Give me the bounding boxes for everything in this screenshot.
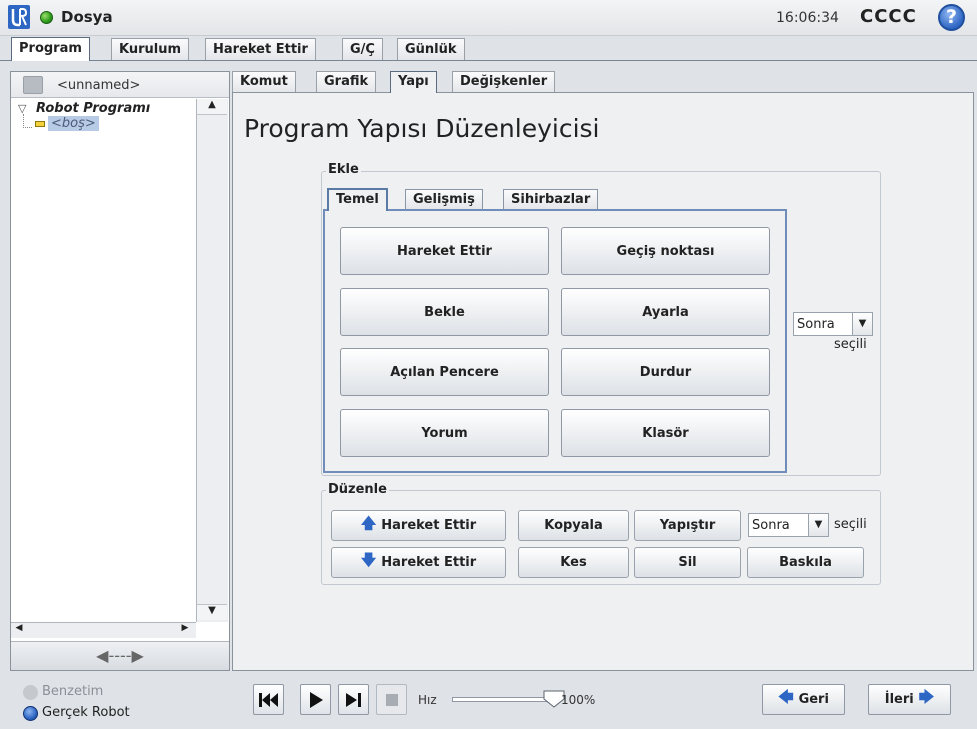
scroll-down-icon[interactable]: ▼ xyxy=(197,604,227,620)
insert-folder-button[interactable]: Klasör xyxy=(561,409,770,457)
real-robot-label[interactable]: Gerçek Robot xyxy=(42,705,130,720)
panel-resize-handle[interactable]: ◀----▶ xyxy=(11,641,229,670)
insert-position-suffix: seçili xyxy=(834,337,867,352)
scroll-left-icon[interactable]: ◀ xyxy=(12,623,26,637)
step-icon xyxy=(345,692,361,707)
play-button[interactable] xyxy=(300,684,331,715)
insert-position-select[interactable]: Sonra ▼ xyxy=(793,312,873,336)
arrow-down-icon: 🡇 xyxy=(360,551,377,569)
rewind-icon xyxy=(258,692,278,707)
real-robot-icon[interactable] xyxy=(23,706,38,721)
tab-move[interactable]: Hareket Ettir xyxy=(205,38,316,60)
status-icon xyxy=(40,11,53,24)
robot-name: CCCC xyxy=(860,6,917,27)
insert-comment-button[interactable]: Yorum xyxy=(340,409,549,457)
insert-group-label: Ekle xyxy=(326,162,361,177)
cut-button[interactable]: Kes xyxy=(518,547,629,578)
tab-io[interactable]: G/Ç xyxy=(342,38,383,60)
chevron-down-icon[interactable]: ▼ xyxy=(852,313,872,335)
insert-halt-button[interactable]: Durdur xyxy=(561,348,770,396)
paste-button[interactable]: Yapıştır xyxy=(634,510,741,541)
save-icon[interactable] xyxy=(23,76,43,94)
stop-icon xyxy=(385,693,398,706)
suppress-button[interactable]: Baskıla xyxy=(747,547,864,578)
back-label: Geri xyxy=(798,692,829,707)
speed-value: 100% xyxy=(561,693,596,707)
insert-waypoint-button[interactable]: Geçiş noktası xyxy=(561,227,770,275)
copy-button[interactable]: Kopyala xyxy=(518,510,629,541)
scroll-up-icon[interactable]: ▲ xyxy=(197,99,227,115)
next-label: İleri xyxy=(884,692,914,707)
move-down-button[interactable]: 🡇 Hareket Ettir xyxy=(331,547,506,578)
insert-position-value: Sonra xyxy=(797,316,835,332)
move-down-label: Hareket Ettir xyxy=(381,555,477,570)
tab-command[interactable]: Komut xyxy=(232,71,296,92)
tab-program[interactable]: Program xyxy=(11,37,90,61)
insert-move-button[interactable]: Hareket Ettir xyxy=(340,227,549,275)
help-icon[interactable]: ? xyxy=(938,4,965,31)
next-button[interactable]: İleri 🡆 xyxy=(868,684,951,715)
tree-empty-node[interactable]: <boş> xyxy=(48,116,99,131)
edit-position-select[interactable]: Sonra ▼ xyxy=(748,513,829,537)
play-icon xyxy=(309,691,323,708)
tab-variables[interactable]: Değişkenler xyxy=(452,71,556,92)
insert-popup-button[interactable]: Açılan Pencere xyxy=(340,348,549,396)
tree-root-node[interactable]: Robot Programı xyxy=(36,101,150,116)
tab-wizards[interactable]: Sihirbazlar xyxy=(503,189,599,209)
empty-node-icon xyxy=(35,121,45,127)
tab-graphics[interactable]: Grafik xyxy=(316,71,377,92)
program-tree[interactable] xyxy=(11,99,194,622)
tab-basic[interactable]: Temel xyxy=(327,188,388,211)
stop-button[interactable] xyxy=(376,684,407,715)
program-name: <unnamed> xyxy=(57,78,141,93)
tab-installation[interactable]: Kurulum xyxy=(111,38,190,60)
page-title: Program Yapısı Düzenleyicisi xyxy=(244,114,600,143)
tab-log[interactable]: Günlük xyxy=(397,38,465,60)
main-tabs-divider xyxy=(0,60,977,61)
simulation-label[interactable]: Benzetim xyxy=(42,684,103,699)
tree-horizontal-scrollbar[interactable] xyxy=(11,622,196,638)
insert-wait-button[interactable]: Bekle xyxy=(340,288,549,336)
rewind-button[interactable] xyxy=(253,684,284,715)
speed-slider[interactable] xyxy=(452,697,555,702)
clock: 16:06:34 xyxy=(776,10,839,26)
arrow-left-icon: 🡄 xyxy=(778,688,794,706)
tree-vertical-scrollbar[interactable] xyxy=(196,99,228,622)
delete-button[interactable]: Sil xyxy=(634,547,741,578)
move-up-button[interactable]: 🡅 Hareket Ettir xyxy=(331,510,506,541)
chevron-down-icon[interactable]: ▼ xyxy=(808,514,828,536)
speed-label: Hız xyxy=(418,693,437,707)
ur-logo-icon xyxy=(8,5,30,29)
tab-advanced[interactable]: Gelişmiş xyxy=(405,189,483,209)
edit-position-suffix: seçili xyxy=(834,517,867,532)
edit-group-label: Düzenle xyxy=(326,482,389,497)
back-button[interactable]: 🡄 Geri xyxy=(762,684,845,715)
arrow-right-icon: 🡆 xyxy=(918,688,935,706)
insert-set-button[interactable]: Ayarla xyxy=(561,288,770,336)
tree-connector xyxy=(23,114,32,128)
file-menu[interactable]: Dosya xyxy=(61,8,113,26)
arrow-up-icon: 🡅 xyxy=(360,514,377,532)
move-up-label: Hareket Ettir xyxy=(381,518,477,533)
simulation-icon[interactable] xyxy=(23,685,38,700)
edit-position-value: Sonra xyxy=(752,517,790,533)
scroll-right-icon[interactable]: ▶ xyxy=(178,623,192,637)
step-button[interactable] xyxy=(338,684,369,715)
tab-structure[interactable]: Yapı xyxy=(390,71,437,93)
